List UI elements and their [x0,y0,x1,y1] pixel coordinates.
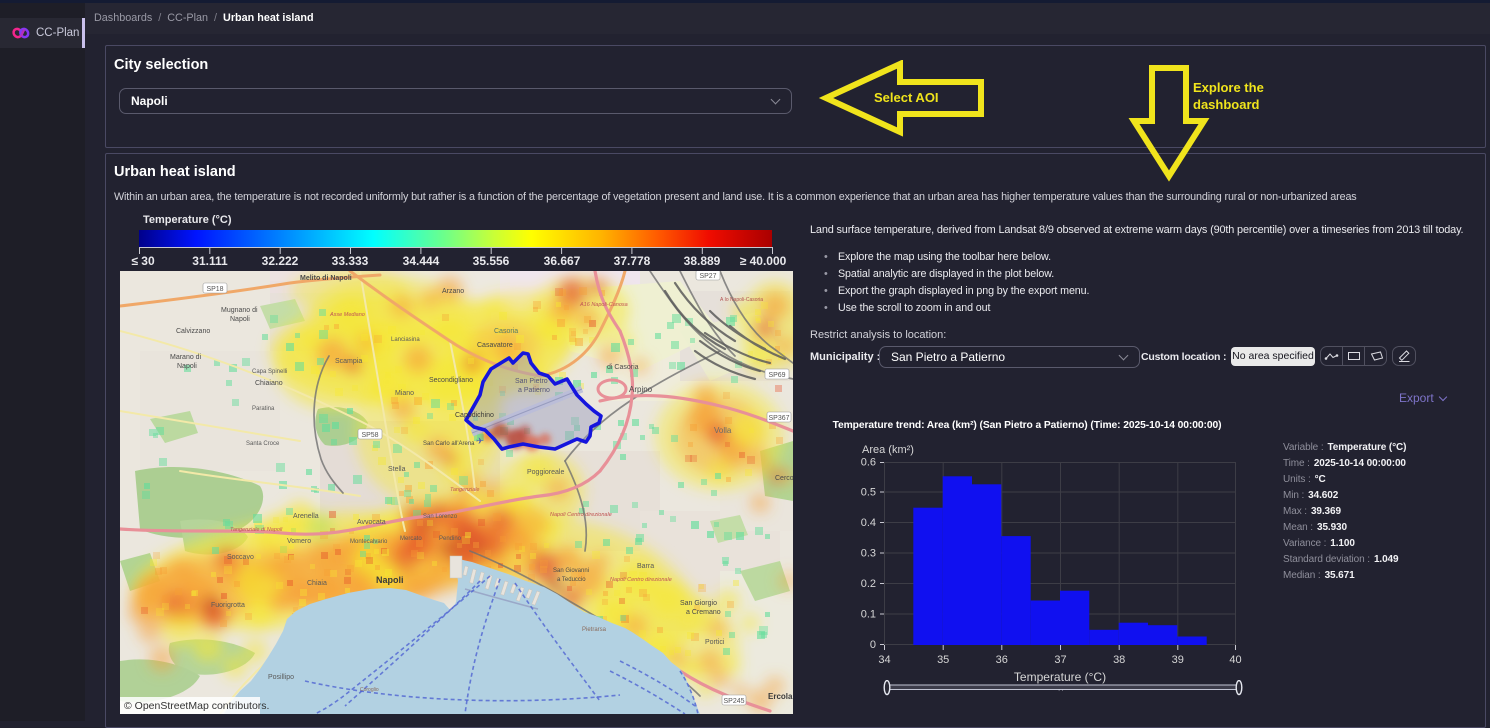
svg-text:Pietrarsa: Pietrarsa [582,627,607,633]
svg-text:San Giorgio: San Giorgio [680,600,717,607]
svg-text:Calvizzano: Calvizzano [176,328,210,335]
svg-text:Napoli Centro direzionale: Napoli Centro direzionale [610,577,672,583]
svg-text:Poggioreale: Poggioreale [527,469,564,476]
svg-text:37: 37 [1054,654,1066,666]
svg-text:Capa Spinelli: Capa Spinelli [252,369,287,375]
svg-text:SP58: SP58 [361,432,378,439]
svg-text:Santa Croce: Santa Croce [246,441,280,447]
svg-text:..: .. [1058,684,1064,693]
svg-text:San Giovanni: San Giovanni [553,568,589,574]
svg-text:Casavatore: Casavatore [477,342,513,349]
svg-text:Arenella: Arenella [293,513,319,520]
svg-text:Napoli Centro direzionale: Napoli Centro direzionale [550,512,612,518]
svg-text:Napoli: Napoli [177,363,197,370]
svg-text:Fuorigrotta: Fuorigrotta [211,602,245,609]
svg-text:a Teduccio: a Teduccio [557,577,586,583]
svg-text:Vomero: Vomero [287,538,311,545]
svg-text:a Patierno: a Patierno [518,387,550,394]
svg-text:Melito di Napoli: Melito di Napoli [300,275,352,282]
svg-text:A16 Napoli-Canosa: A16 Napoli-Canosa [579,302,628,308]
svg-text:Paratina: Paratina [252,406,275,412]
svg-text:a Cremano: a Cremano [686,609,721,616]
svg-text:SP367: SP367 [768,415,789,422]
svg-text:Montecalvario: Montecalvario [350,539,388,545]
svg-text:Barra: Barra [637,563,654,570]
svg-text:© OpenStreetMap contributors.: © OpenStreetMap contributors. [124,700,269,712]
svg-text:Chiaia: Chiaia [307,580,327,587]
svg-text:San Pietro: San Pietro [515,378,548,385]
svg-text:Mercato: Mercato [400,536,422,542]
svg-text:SP27: SP27 [699,273,716,280]
svg-text:Tangenziale di Napoli: Tangenziale di Napoli [230,527,283,533]
svg-text:0.3: 0.3 [861,548,876,560]
svg-text:0: 0 [870,639,876,651]
svg-text:Marano di: Marano di [170,354,202,361]
svg-text:SP245: SP245 [723,698,744,705]
svg-text:0.1: 0.1 [861,609,876,621]
svg-text:Napoli: Napoli [376,575,404,585]
svg-text:Area (km²): Area (km²) [862,444,914,456]
svg-text:Secondigliano: Secondigliano [429,377,473,384]
svg-text:0.2: 0.2 [861,578,876,590]
svg-text:Lanciasina: Lanciasina [391,337,420,343]
svg-text:Tangenziale: Tangenziale [450,487,479,493]
svg-text:39: 39 [1172,654,1184,666]
svg-text:Asse Mediano: Asse Mediano [329,312,365,318]
svg-text:Portici: Portici [705,639,725,646]
svg-text:Volla: Volla [714,426,732,435]
svg-text:Scampia: Scampia [335,358,362,365]
svg-text:Stella: Stella [388,466,406,473]
svg-text:A Io Napoli-Casoria: A Io Napoli-Casoria [720,297,763,303]
svg-text:Select AOI: Select AOI [874,90,939,105]
svg-text:Soccavo: Soccavo [227,554,254,561]
svg-text:Ercola: Ercola [768,692,793,701]
svg-text:SP69: SP69 [768,372,785,379]
svg-text:Miano: Miano [395,390,414,397]
svg-text:34: 34 [878,654,890,666]
svg-text:✈: ✈ [476,436,484,446]
svg-text:Arpino: Arpino [629,385,653,394]
svg-text:Posillipo: Posillipo [268,674,294,681]
svg-text:Cercola: Cercola [775,475,793,482]
svg-text:Casoria: Casoria [494,328,518,335]
svg-text:SP18: SP18 [206,286,223,293]
svg-text:Napoli: Napoli [230,316,250,323]
svg-text:Avvocata: Avvocata [357,519,386,526]
svg-text:35: 35 [937,654,949,666]
svg-text:Coroglio: Coroglio [360,687,379,693]
svg-text:Capodichino: Capodichino [455,412,494,419]
svg-text:Chiaiano: Chiaiano [255,380,283,387]
svg-text:Mugnano di: Mugnano di [221,307,258,314]
svg-text:Arzano: Arzano [442,288,464,295]
svg-text:0.6: 0.6 [861,457,876,469]
svg-text:40: 40 [1229,654,1241,666]
svg-text:di Casoria: di Casoria [607,364,639,371]
svg-text:0.4: 0.4 [861,517,876,529]
svg-text:San Carlo all'Arena: San Carlo all'Arena [423,441,475,447]
svg-text:San Lorenzo: San Lorenzo [423,514,458,520]
svg-text:Pendino: Pendino [439,536,462,542]
svg-text:38: 38 [1113,654,1125,666]
svg-text:36: 36 [996,654,1008,666]
svg-text:0.5: 0.5 [861,487,876,499]
